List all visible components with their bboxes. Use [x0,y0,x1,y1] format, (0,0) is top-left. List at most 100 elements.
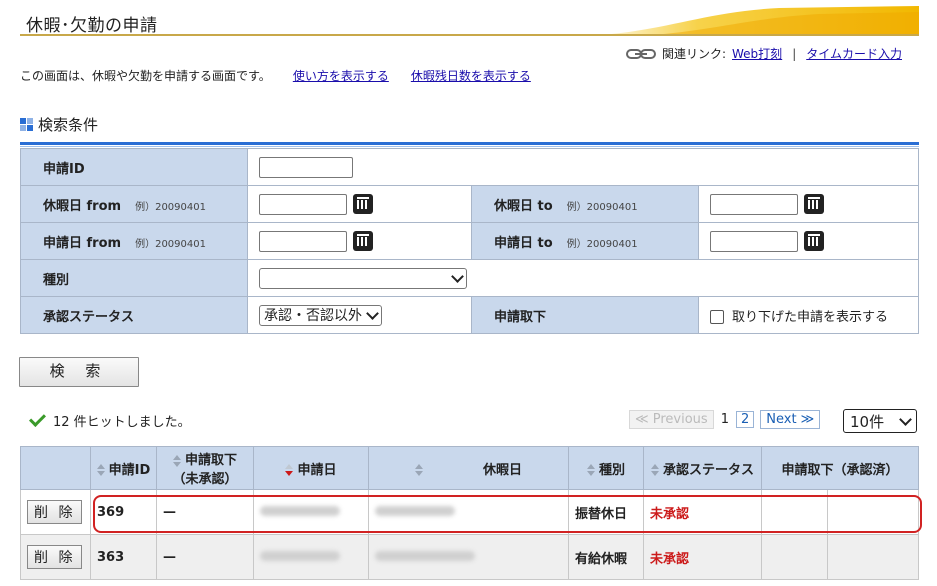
apply-to-label: 申請日 to 例）20090401 [471,222,699,260]
extra-cell [827,489,919,535]
leave-from-cell [247,185,472,223]
apply-from-input[interactable] [259,230,347,252]
type-cell [247,259,919,297]
page-2-link[interactable]: 2 [735,411,755,428]
header-withdraw-pending[interactable]: 申請取下（未承認） [156,446,254,490]
request-id-cell [247,148,919,186]
show-withdrawn-checkbox[interactable] [710,310,724,324]
header-request-id[interactable]: 申請ID [90,446,157,490]
results-table: 申請ID 申請取下（未承認） 申請日 休暇日 種別 承認ステータス 申請取下（承… [20,446,919,580]
request-id-input[interactable] [259,156,353,178]
apply-from-cell [247,222,472,260]
leave-to-label: 休暇日 to 例）20090401 [471,185,699,223]
intro-text: この画面は、休暇や欠勤を申請する画面です。 [20,69,271,83]
redacted-value [260,550,340,561]
withdraw-pending-cell: — [156,489,254,535]
withdraw-pending-cell: — [156,534,254,580]
sort-desc-icon [285,464,294,476]
approval-status-cell: 承認・否認以外 [247,296,472,334]
section-grid-icon [20,118,33,131]
header-leave-date[interactable]: 休暇日 [368,446,569,490]
withdraw-approved-cell [761,534,828,580]
request-id-cell[interactable]: 369 [90,489,157,535]
calendar-icon[interactable] [353,194,373,214]
approval-status-label: 承認ステータス [20,296,248,334]
leave-from-label: 休暇日 from 例）20090401 [20,185,248,223]
related-links: 関連リンク: Web打刻 | タイムカード入力 [625,45,902,62]
header-action [20,446,91,490]
hit-count: 12 件ヒットしました。 [29,410,191,430]
link-web-punch[interactable]: Web打刻 [732,45,782,62]
link-show-remaining-days[interactable]: 休暇残日数を表示する [411,67,531,84]
action-cell: 削 除 [20,534,91,580]
title-underline [20,34,919,36]
header-approval-status[interactable]: 承認ステータス [643,446,762,490]
search-heading-label: 検索条件 [38,116,99,134]
redacted-value [260,505,340,516]
redacted-value [375,505,455,516]
status-cell: 未承認 [643,534,762,580]
approval-status-select[interactable]: 承認・否認以外 [259,304,382,326]
apply-to-cell [698,222,919,260]
delete-button[interactable]: 削 除 [27,500,83,524]
table-row: 削 除 363 — 有給休暇 未承認 [20,534,919,580]
sort-icon [96,464,105,476]
type-select[interactable] [259,267,467,289]
link-show-usage[interactable]: 使い方を表示する [293,67,389,84]
title-decoration [579,6,919,36]
intro-line: この画面は、休暇や欠勤を申請する画面です。 使い方を表示する 休暇残日数を表示す… [20,67,531,84]
request-id-cell[interactable]: 363 [90,534,157,580]
related-prefix: 関連リンク: [661,47,727,61]
sort-icon [586,464,595,476]
header-type[interactable]: 種別 [568,446,644,490]
chevron-down-icon [366,306,379,320]
link-chain-icon [625,48,656,59]
page-title-bar: 休暇･欠勤の申請 [20,6,919,36]
results-header-row: 申請ID 申請取下（未承認） 申請日 休暇日 種別 承認ステータス 申請取下（承… [20,446,919,490]
section-rule-light [20,146,919,147]
withdraw-approved-cell [761,489,828,535]
calendar-icon[interactable] [804,194,824,214]
section-rule [20,142,919,145]
sort-icon [414,464,423,476]
per-page-select[interactable]: 10件 [843,409,917,433]
apply-from-label: 申請日 from 例）20090401 [20,222,248,260]
apply-to-input[interactable] [710,230,798,252]
withdraw-label: 申請取下 [471,296,699,334]
separator: | [792,46,797,61]
apply-date-cell [253,534,369,580]
calendar-icon[interactable] [353,231,373,251]
checkmark-icon [29,410,46,427]
action-cell: 削 除 [20,489,91,535]
chevron-down-icon [451,269,464,283]
calendar-icon[interactable] [804,231,824,251]
table-row: 削 除 369 — 振替休日 未承認 [20,489,919,535]
next-page-button[interactable]: Next ≫ [760,410,821,429]
search-button[interactable]: 検 索 [19,357,139,387]
status-cell: 未承認 [643,489,762,535]
request-id-label: 申請ID [20,148,248,186]
link-timecard-input[interactable]: タイムカード入力 [806,45,902,62]
current-page: 1 [720,412,729,427]
delete-button[interactable]: 削 除 [27,545,83,569]
page-title: 休暇･欠勤の申請 [26,16,158,36]
type-cell: 有給休暇 [568,534,644,580]
previous-page-button: ≪ Previous [629,410,714,429]
search-section-heading: 検索条件 [20,114,98,135]
leave-to-input[interactable] [710,193,798,215]
extra-cell [827,534,919,580]
sort-icon [172,454,181,467]
type-cell: 振替休日 [568,489,644,535]
leave-from-input[interactable] [259,193,347,215]
show-withdrawn-label: 取り下げた申請を表示する [732,309,889,325]
sort-icon [650,464,659,476]
search-form: 申請ID 休暇日 from 例）20090401 休暇日 to 例）20090401… [20,148,919,334]
pagination: ≪ Previous 1 2 Next ≫ [629,410,821,429]
header-withdraw-approved: 申請取下（承認済） [761,446,919,490]
leave-date-cell [368,489,569,535]
apply-date-cell [253,489,369,535]
header-apply-date[interactable]: 申請日 [253,446,369,490]
type-label: 種別 [20,259,248,297]
leave-date-cell [368,534,569,580]
withdraw-cell: 取り下げた申請を表示する [698,296,919,334]
